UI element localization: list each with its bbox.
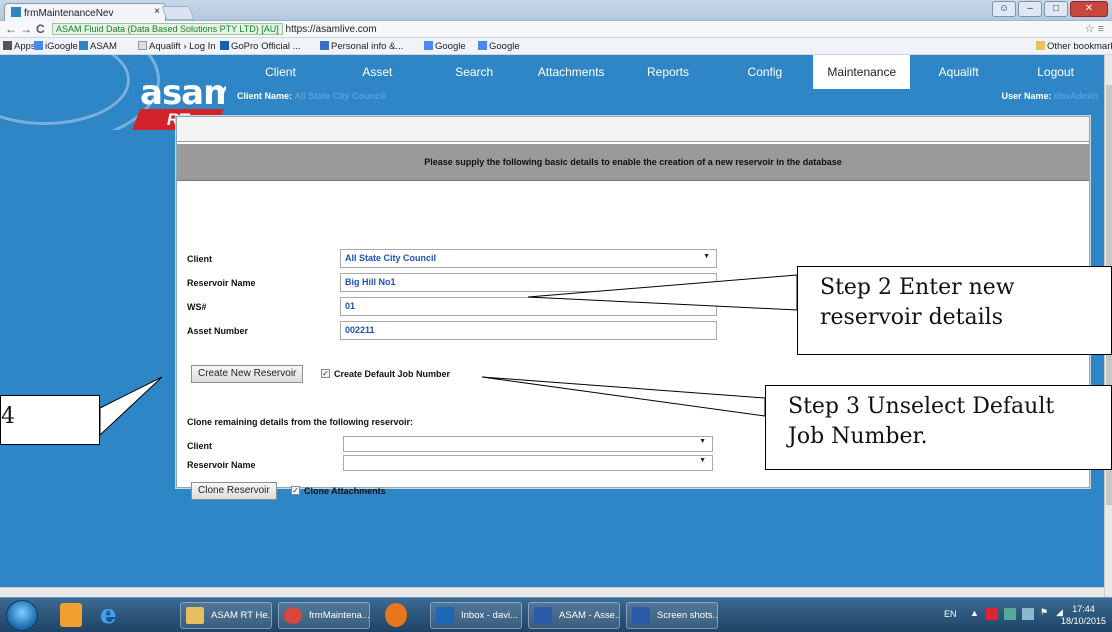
reload-icon[interactable]: C [36,22,45,36]
tray-expand-icon[interactable]: ▲ [970,608,979,618]
bookmark-personal-info[interactable]: Personal info &... [320,41,403,52]
nav-config[interactable]: Config [716,55,813,89]
bookmark-google-2[interactable]: Google [478,41,520,52]
new-tab-button[interactable] [161,6,195,20]
address-bar: ← → C ASAM Fluid Data (Data Based Soluti… [0,21,1112,38]
url-field[interactable]: ASAM Fluid Data (Data Based Solutions PT… [52,22,1104,36]
flag-icon[interactable]: ⚑ [1040,607,1048,618]
nav-search[interactable]: Search [426,55,523,89]
nav-maintenance[interactable]: Maintenance [813,55,911,89]
session-info: Client Name: All State City Council User… [232,91,1104,105]
reservoir-name-label: Reservoir Name [187,278,256,288]
client-name-info: Client Name: All State City Council [237,91,386,101]
windows-taskbar: e ASAM RT He... frmMaintena... Inbox - d… [0,597,1112,632]
step4-callout: 4 [0,395,100,445]
client-select[interactable]: All State City Council ▼ [340,249,717,268]
taskbar-item-word-screenshots[interactable]: Screen shots... [626,602,718,629]
asset-number-label: Asset Number [187,326,249,336]
bookmark-star-icon[interactable]: ☆ ≡ [1085,22,1104,36]
browser-titlebar: frmMaintenanceNev × ☺ – □ ✕ [0,0,1112,21]
firefox-icon[interactable] [385,603,407,627]
asset-number-input[interactable]: 002211 [340,321,717,340]
clone-reservoir-select[interactable]: ▼ [343,455,713,471]
tab-title: frmMaintenanceNev [24,8,114,19]
url-text: https://asamlive.com [285,24,377,35]
page-horizontal-scrollbar[interactable] [0,587,1104,597]
step3-callout: Step 3 Unselect Default Job Number. [765,385,1112,470]
create-new-reservoir-button[interactable]: Create New Reservoir [191,365,304,383]
taskbar-item-word-asam[interactable]: ASAM - Asse... [528,602,620,629]
bookmark-gopro[interactable]: GoPro Official ... [220,41,301,52]
tray-app-icon[interactable] [986,608,998,620]
bookmark-google-1[interactable]: Google [424,41,466,52]
window-controls: ☺ – □ ✕ [992,1,1108,19]
nav-logout[interactable]: Logout [1007,55,1104,89]
nav-reports[interactable]: Reports [620,55,717,89]
ssl-badge[interactable]: ASAM Fluid Data (Data Based Solutions PT… [52,23,283,35]
other-bookmarks[interactable]: Other bookmarks [1036,41,1112,52]
browser-tab[interactable]: frmMaintenanceNev × [4,3,166,21]
bookmarks-bar: Apps iGoogle ASAM Aqualift › Log In GoPr… [0,38,1112,55]
ws-input[interactable]: 01 [340,297,717,316]
bookmark-igoogle[interactable]: iGoogle [34,41,78,52]
clock[interactable]: 17:44 18/10/2015 [1061,603,1106,627]
chevron-down-icon: ▼ [699,457,706,464]
close-window-icon[interactable]: ✕ [1070,1,1108,17]
ws-label: WS# [187,302,207,312]
main-nav: Client Asset Search Attachments Reports … [232,55,1104,89]
taskbar-item-asam-help[interactable]: ASAM RT He... [180,602,272,629]
client-label: Client [187,254,213,264]
internet-explorer-icon[interactable]: e [100,602,122,628]
bookmark-aqualift[interactable]: Aqualift › Log In [138,41,216,52]
clone-reservoir-button[interactable]: Clone Reservoir [191,482,277,500]
minimize-icon[interactable]: – [1018,1,1042,17]
create-default-job-label: Create Default Job Number [334,369,451,379]
forward-icon[interactable]: → [20,22,32,36]
tray-network-icon[interactable] [1004,608,1016,620]
nav-client[interactable]: Client [232,55,329,89]
clone-reservoir-label: Reservoir Name [187,460,256,470]
nav-attachments[interactable]: Attachments [523,55,620,89]
nav-asset[interactable]: Asset [329,55,426,89]
back-icon[interactable]: ← [5,22,17,36]
step2-callout: Step 2 Enter new reservoir details [797,266,1112,355]
panel-header [177,117,1089,142]
chevron-down-icon: ▼ [699,438,706,445]
maximize-icon[interactable]: □ [1044,1,1068,17]
tray-sync-icon[interactable] [1022,608,1034,620]
language-indicator[interactable]: EN [944,609,957,619]
office-icon[interactable] [60,603,82,627]
chevron-down-icon: ▼ [703,253,710,260]
clone-client-select[interactable]: ▼ [343,436,713,452]
nav-aqualift[interactable]: Aqualift [910,55,1007,89]
tab-favicon-icon [11,7,21,17]
taskbar-item-outlook[interactable]: Inbox - davi... [430,602,522,629]
clone-client-label: Client [187,441,213,451]
user-name-info: User Name: dbsAdmin [1001,91,1098,101]
clone-attachments-label: Clone Attachments [304,486,386,496]
start-button-icon[interactable] [6,600,38,631]
bookmark-apps[interactable]: Apps [3,41,36,52]
clone-attachments-checkbox[interactable]: ✓ [291,486,300,495]
logo-text: asam [140,73,226,113]
clone-heading: Clone remaining details from the followi… [187,417,414,427]
tab-close-icon[interactable]: × [154,6,160,17]
system-tray: EN ▲ ⚑ ◢ 17:44 18/10/2015 [944,598,1112,632]
instruction-banner: Please supply the following basic detail… [177,144,1089,181]
taskbar-item-chrome[interactable]: frmMaintena... [278,602,370,629]
reservoir-name-input[interactable]: Big Hill No1 [340,273,717,292]
bookmark-asam[interactable]: ASAM [79,41,117,52]
create-default-job-checkbox[interactable]: ✓ [321,369,330,378]
user-icon[interactable]: ☺ [992,1,1016,17]
